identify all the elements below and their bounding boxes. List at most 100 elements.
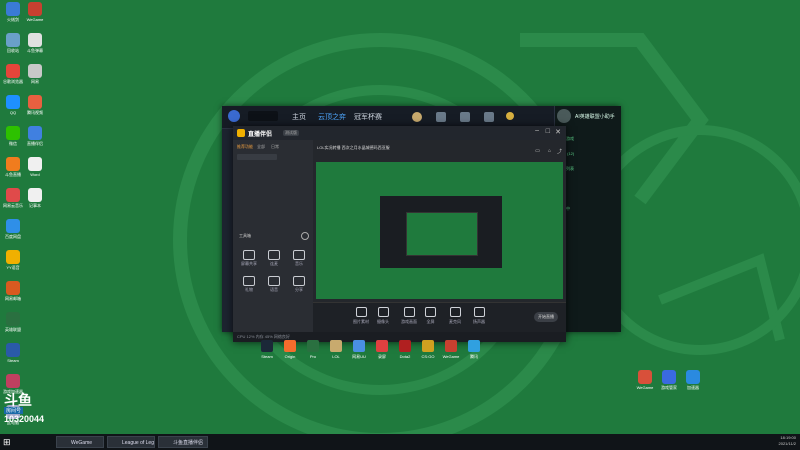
bottom-tool-label: 摄像头 bbox=[377, 319, 389, 324]
desktop-icon[interactable]: Steam bbox=[0, 343, 26, 363]
taskbar-item[interactable]: 斗鱼直播伴侣 bbox=[158, 436, 208, 448]
tab-champion-cup[interactable]: 冠军杯赛 bbox=[354, 112, 382, 122]
dock-app[interactable]: Origin bbox=[279, 340, 301, 359]
desktop-icon[interactable]: 直播伴侣 bbox=[22, 126, 48, 146]
pro-icon bbox=[307, 340, 319, 352]
dock-app[interactable]: Steam bbox=[256, 340, 278, 359]
loot-icon[interactable] bbox=[484, 112, 494, 122]
live-icon bbox=[28, 126, 42, 140]
desktop-icon-label: QQ bbox=[9, 110, 17, 115]
bottom-tool[interactable]: 全屏 bbox=[425, 307, 436, 325]
desktop-icon-label: YY语音 bbox=[6, 265, 20, 270]
chrome-icon bbox=[6, 64, 20, 78]
toolbox-item[interactable]: 分享 bbox=[291, 276, 307, 293]
tab-all[interactable]: 全部 bbox=[257, 144, 265, 150]
start-live-button[interactable]: 开始直播 bbox=[534, 312, 558, 322]
cloud-icon bbox=[6, 219, 20, 233]
desktop-icon[interactable]: 斗鱼弹幕 bbox=[22, 33, 48, 53]
lol-icon bbox=[330, 340, 342, 352]
toolbox-item[interactable]: 屏幕共享 bbox=[241, 250, 257, 267]
desktop-icon[interactable]: 网易 bbox=[22, 64, 48, 84]
mic-icon bbox=[449, 307, 461, 317]
toolbox-item[interactable]: 音乐 bbox=[291, 250, 307, 267]
dock-app[interactable]: 网易UU bbox=[348, 340, 370, 360]
collection-icon[interactable] bbox=[460, 112, 470, 122]
desktop-icon-label: 火绒剑 bbox=[7, 17, 19, 22]
desktop-icon[interactable]: 网易邮箱 bbox=[0, 281, 26, 301]
csgo-icon bbox=[422, 340, 434, 352]
settings-icon[interactable] bbox=[301, 232, 309, 240]
streaming-studio-window[interactable]: 直播伴侣 测试版 ✕ □ – 推荐功能 全部 日常 工具箱 屏幕共享 连麦 音乐礼物… bbox=[233, 126, 566, 342]
bottom-tool-label: 游戏画面 bbox=[401, 319, 417, 324]
desktop-icon[interactable]: 游戏加速器 bbox=[0, 374, 26, 394]
store-icon[interactable] bbox=[436, 112, 446, 122]
dock-app[interactable]: 腾讯 bbox=[463, 340, 485, 360]
toolbox-item[interactable]: 连麦 bbox=[266, 250, 282, 267]
desktop-icon-label: WeGame bbox=[26, 17, 44, 22]
desktop-icon[interactable]: 英雄联盟 bbox=[0, 312, 26, 332]
desktop-icon[interactable]: 记事本 bbox=[22, 188, 48, 208]
maximize-icon[interactable]: □ bbox=[546, 128, 550, 135]
mic-icon bbox=[268, 250, 280, 260]
taskbar-item[interactable]: League of Legends bbox=[107, 436, 155, 448]
mail-icon bbox=[6, 281, 20, 295]
client-search-input[interactable] bbox=[248, 111, 278, 121]
desktop-icon[interactable]: 加速器 bbox=[680, 370, 706, 390]
bottom-tool[interactable]: 麦克风 bbox=[449, 307, 461, 325]
bottom-tool[interactable]: 图片素材 bbox=[353, 307, 369, 325]
minimize-icon[interactable]: – bbox=[535, 127, 539, 134]
toolbox-item[interactable]: 礼物 bbox=[241, 276, 257, 293]
desktop-icon[interactable]: Word bbox=[22, 157, 48, 177]
dock-app[interactable]: WeGame bbox=[440, 340, 462, 359]
system-tray-clock[interactable]: 18:19:00 2021/11/2 bbox=[779, 435, 797, 447]
bottom-tool[interactable]: 摄像头 bbox=[377, 307, 389, 325]
profile-icon[interactable] bbox=[412, 112, 422, 122]
avatar[interactable] bbox=[557, 109, 571, 123]
scene-item[interactable] bbox=[237, 154, 277, 160]
douyu-logo: 斗鱼 bbox=[4, 392, 32, 408]
yy-icon bbox=[6, 250, 20, 264]
desktop-icon-label: 腾讯视频 bbox=[27, 110, 43, 115]
toolbox-item-label: 连麦 bbox=[270, 261, 278, 266]
wegame-icon bbox=[445, 340, 457, 352]
monitor-icon[interactable]: ▭ bbox=[535, 148, 540, 154]
music-icon bbox=[293, 250, 305, 260]
tab-tft[interactable]: 云顶之弈 bbox=[318, 112, 346, 122]
tab-daily[interactable]: 日常 bbox=[271, 144, 279, 150]
desktop-icon[interactable]: 游戏管家 bbox=[656, 370, 682, 390]
dock-app[interactable]: Pro bbox=[302, 340, 324, 359]
dock-app[interactable]: LOL bbox=[325, 340, 347, 359]
home-icon[interactable]: ⌂ bbox=[548, 148, 551, 154]
taskbar-search-icon[interactable] bbox=[18, 437, 40, 447]
toolbox-header: 工具箱 bbox=[239, 233, 251, 238]
windows-start-icon[interactable]: ⊞ bbox=[3, 437, 11, 448]
wechat-icon bbox=[6, 126, 20, 140]
desktop-icon[interactable]: WeGame bbox=[632, 370, 658, 390]
close-icon[interactable]: ✕ bbox=[555, 128, 561, 136]
taskbar-item[interactable]: WeGame bbox=[56, 436, 104, 448]
desktop-icon-label: 加速器 bbox=[687, 385, 699, 390]
desktop-icon[interactable]: 百度网盘 bbox=[0, 219, 26, 239]
dock-app[interactable]: Dota2 bbox=[394, 340, 416, 359]
bottom-tool[interactable]: 游戏画面 bbox=[401, 307, 417, 325]
summoner-name: AI英雄联盟小助手 bbox=[575, 114, 615, 120]
recycle-bin-icon bbox=[6, 33, 20, 47]
share-icon[interactable]: ⤴ bbox=[557, 148, 562, 155]
toolbox-item[interactable]: 语音 bbox=[266, 276, 282, 293]
stream-preview[interactable] bbox=[316, 162, 563, 299]
record-icon bbox=[376, 340, 388, 352]
desktop-icon[interactable]: 腾讯视频 bbox=[22, 95, 48, 115]
desktop-icon-label: 游戏管家 bbox=[661, 385, 677, 390]
qq-icon bbox=[6, 95, 20, 109]
desktop-icon[interactable]: YY语音 bbox=[0, 250, 26, 270]
tab-recommended[interactable]: 推荐功能 bbox=[237, 144, 253, 150]
studio-titlebar: 直播伴侣 测试版 ✕ □ – bbox=[233, 126, 566, 140]
bottom-tool[interactable]: 扬声器 bbox=[473, 307, 485, 325]
tab-home[interactable]: 主页 bbox=[292, 112, 306, 122]
dock-app[interactable]: CS:GO bbox=[417, 340, 439, 359]
speed-icon bbox=[686, 370, 700, 384]
desktop-icon[interactable]: WeGame bbox=[22, 2, 48, 22]
stream-title[interactable]: LOL实况转播 西次之月水晶城德玛西亚服 bbox=[317, 145, 390, 151]
studio-logo-icon bbox=[237, 129, 245, 137]
dock-app[interactable]: 录屏 bbox=[371, 340, 393, 360]
